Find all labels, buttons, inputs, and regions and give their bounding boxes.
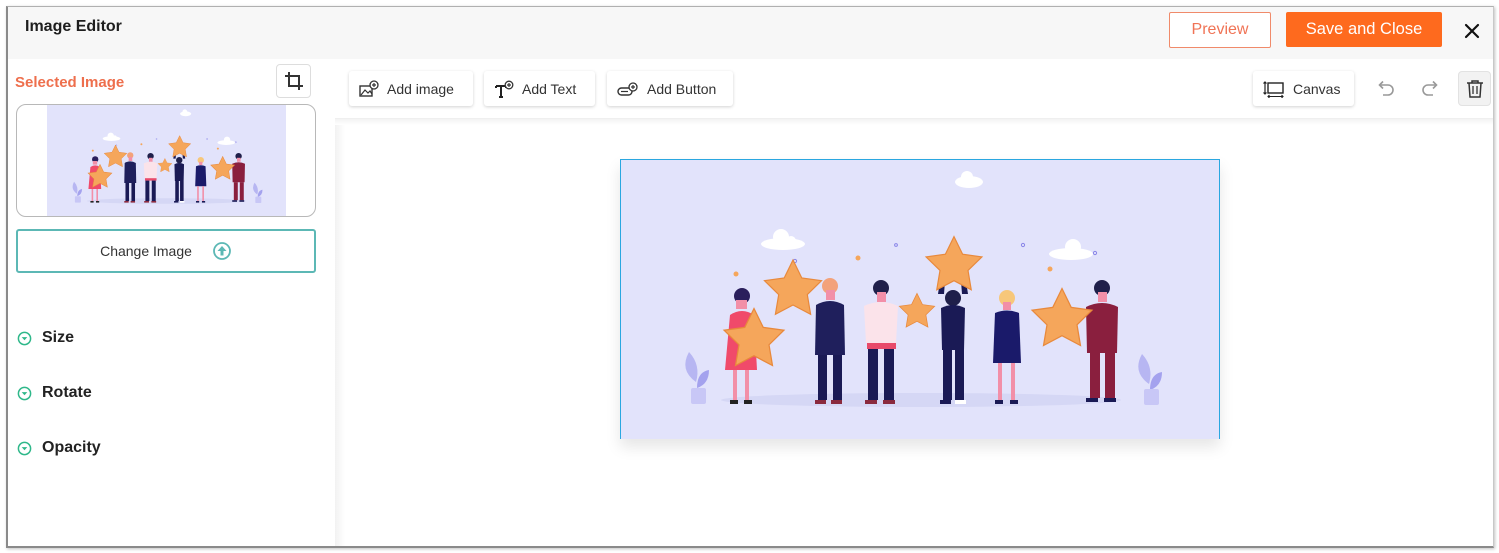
page-title: Image Editor	[25, 18, 122, 35]
sidebar: Selected Image Change Image Size Rotate …	[8, 59, 335, 546]
canvas-icon	[1263, 80, 1285, 98]
opacity-section-label: Opacity	[42, 439, 101, 456]
add-text-label: Add Text	[522, 80, 577, 97]
people-with-stars-illustration	[47, 105, 286, 216]
change-image-button[interactable]: Change Image	[16, 229, 316, 273]
undo-icon	[1375, 79, 1397, 99]
chevron-down-circle-icon	[17, 441, 32, 456]
crop-icon	[284, 71, 304, 91]
add-image-button[interactable]: Add image	[349, 71, 473, 106]
trash-icon	[1466, 79, 1484, 99]
crop-button[interactable]	[276, 64, 311, 98]
size-section-label: Size	[42, 329, 75, 346]
add-text-button[interactable]: Add Text	[484, 71, 595, 106]
panel-divider	[335, 59, 345, 546]
chevron-down-circle-icon	[17, 331, 32, 346]
delete-button[interactable]	[1458, 71, 1491, 106]
preview-button[interactable]: Preview	[1169, 12, 1271, 48]
save-and-close-button[interactable]: Save and Close	[1286, 12, 1442, 47]
add-image-icon	[359, 79, 379, 98]
add-text-icon	[494, 80, 514, 98]
close-button[interactable]	[1460, 19, 1484, 43]
image-editor-window: Image Editor Preview Save and Close Sele…	[6, 6, 1494, 548]
redo-icon	[1419, 79, 1441, 99]
add-button-icon	[617, 80, 639, 98]
selected-image-label: Selected Image	[15, 74, 125, 91]
opacity-section-toggle[interactable]: Opacity	[17, 439, 101, 457]
size-section-toggle[interactable]: Size	[17, 329, 74, 347]
close-icon	[1464, 23, 1480, 39]
people-with-stars-illustration	[621, 160, 1219, 439]
redo-button[interactable]	[1414, 73, 1446, 105]
editor-main: Add image Add Text Add Button Canvas	[335, 59, 1493, 546]
rotate-section-toggle[interactable]: Rotate	[17, 384, 92, 402]
add-image-label: Add image	[387, 80, 454, 97]
chevron-down-circle-icon	[17, 386, 32, 401]
add-button-label: Add Button	[647, 80, 717, 97]
thumbnail-illustration	[47, 105, 286, 216]
undo-button[interactable]	[1370, 73, 1402, 105]
header-bar: Image Editor Preview Save and Close	[8, 7, 1493, 59]
selected-image-thumbnail[interactable]	[16, 104, 316, 217]
add-button-button[interactable]: Add Button	[607, 71, 733, 106]
canvas-button[interactable]: Canvas	[1253, 71, 1354, 106]
upload-icon	[212, 241, 232, 261]
canvas-label: Canvas	[1293, 80, 1341, 97]
change-image-label: Change Image	[100, 243, 192, 259]
editor-toolbar: Add image Add Text Add Button Canvas	[335, 59, 1493, 125]
canvas-image-selected[interactable]	[620, 159, 1220, 439]
rotate-section-label: Rotate	[42, 384, 92, 401]
